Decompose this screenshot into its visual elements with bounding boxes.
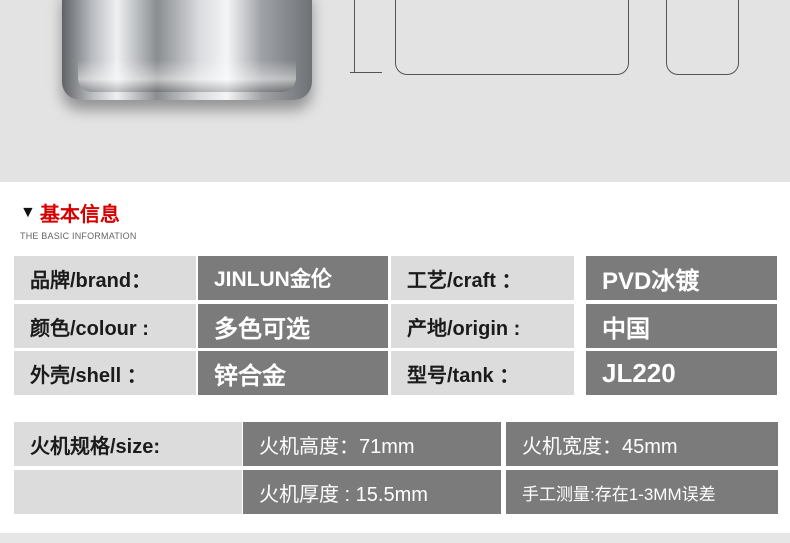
tank-value: JL220 — [586, 351, 777, 395]
craft-label: 工艺/craft ： — [391, 256, 574, 300]
size-label-blank — [14, 470, 242, 514]
section-title-row: ▼ 基本信息 — [20, 198, 137, 227]
product-image-area — [0, 0, 790, 182]
origin-label: 产地/origin : — [391, 304, 574, 348]
origin-value: 中国 — [586, 304, 777, 348]
section-subtitle: THE BASIC INFORMATION — [20, 231, 137, 241]
triangle-down-icon: ▼ — [20, 203, 36, 221]
brand-value: JINLUN金伦 — [198, 256, 388, 300]
section-title: 基本信息 — [39, 204, 120, 226]
shell-value: 锌合金 — [198, 351, 388, 395]
bottom-divider — [0, 533, 790, 543]
dimension-tick — [350, 72, 382, 73]
colour-value: 多色可选 — [198, 304, 388, 348]
tank-label: 型号/tank ： — [391, 351, 574, 395]
colour-label: 颜色/colour : — [14, 304, 196, 348]
thickness-value: 火机厚度 : 15.5mm — [243, 470, 501, 514]
brand-label: 品牌/brand： — [14, 256, 196, 300]
width-value: 火机宽度：45mm — [506, 422, 778, 466]
lighter-side-outline — [666, 0, 739, 75]
size-label: 火机规格/size: — [14, 422, 242, 466]
lighter-front-outline — [395, 0, 629, 75]
lighter-highlight — [78, 60, 296, 92]
craft-value: PVD冰镀 — [586, 256, 777, 300]
height-value: 火机高度：71mm — [243, 422, 501, 466]
measurement-note: 手工测量:存在1-3MM误差 — [506, 470, 778, 514]
dimension-line — [354, 0, 355, 73]
shell-label: 外壳/shell ： — [14, 351, 196, 395]
section-header: ▼ 基本信息 THE BASIC INFORMATION — [20, 198, 137, 242]
